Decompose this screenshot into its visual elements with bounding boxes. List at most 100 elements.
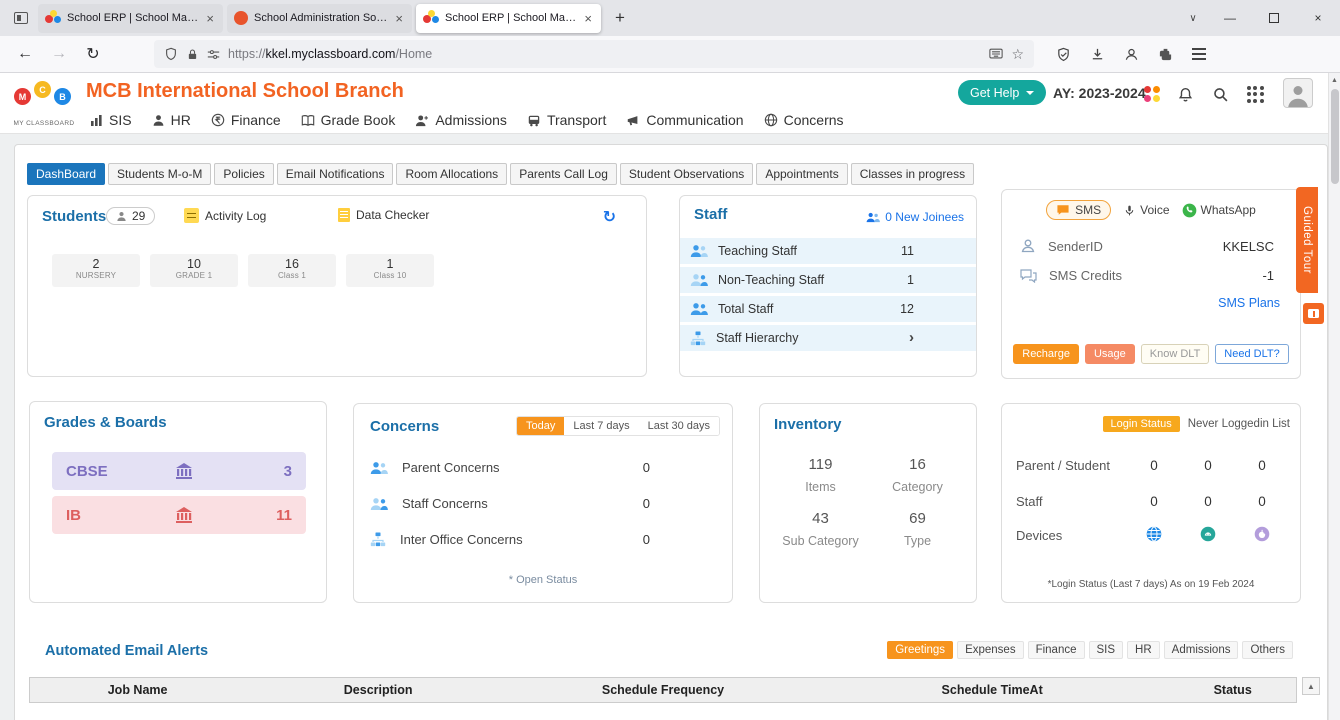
menu-icon[interactable]: [1184, 40, 1214, 68]
get-help-button[interactable]: Get Help: [958, 80, 1047, 105]
new-tab-button[interactable]: +: [607, 5, 633, 31]
browser-tab-3-active[interactable]: School ERP | School Manageme ×: [416, 3, 601, 33]
tab-email-notifications[interactable]: Email Notifications: [276, 163, 394, 185]
account-icon[interactable]: [1116, 40, 1146, 68]
downloads-icon[interactable]: [1082, 40, 1112, 68]
concern-row-staff[interactable]: Staff Concerns 0: [370, 496, 650, 511]
filter-hr[interactable]: HR: [1127, 641, 1160, 659]
tab-close-icon[interactable]: ×: [393, 11, 405, 26]
tab-dashboard[interactable]: DashBoard: [27, 163, 106, 185]
activity-log-button[interactable]: Activity Log: [184, 208, 266, 223]
scrollbar-thumb[interactable]: [1331, 89, 1339, 184]
inventory-sub-category[interactable]: 43 Sub Category: [772, 510, 869, 548]
mcb-logo[interactable]: M C B MY CLASSBOARD: [12, 77, 76, 129]
greetings-icon[interactable]: [1140, 82, 1164, 106]
menu-item-hr[interactable]: HR: [152, 112, 191, 128]
inventory-type[interactable]: 69 Type: [869, 510, 966, 548]
filter-last-30-days[interactable]: Last 30 days: [638, 417, 719, 435]
staff-row-hierarchy[interactable]: Staff Hierarchy ›: [680, 325, 976, 351]
menu-item-grade-book[interactable]: Grade Book: [301, 112, 395, 128]
back-button[interactable]: ←: [10, 40, 40, 68]
close-window-button[interactable]: ×: [1296, 0, 1340, 36]
tab-students-mom[interactable]: Students M-o-M: [108, 163, 212, 185]
recharge-button[interactable]: Recharge: [1013, 344, 1079, 364]
usage-button[interactable]: Usage: [1084, 344, 1135, 364]
students-count-badge[interactable]: 29: [106, 207, 156, 225]
staff-row-teaching[interactable]: Teaching Staff 11: [680, 238, 976, 264]
guided-tour-button[interactable]: Guided Tour: [1296, 187, 1318, 293]
filter-others[interactable]: Others: [1242, 641, 1293, 659]
shield-icon[interactable]: [164, 47, 178, 61]
page-scrollbar[interactable]: ▲: [1328, 73, 1340, 720]
filter-today[interactable]: Today: [517, 417, 565, 435]
menu-item-transport[interactable]: Transport: [527, 112, 606, 128]
sms-plans-link[interactable]: SMS Plans: [1218, 296, 1280, 310]
scrollbar-up-arrow[interactable]: ▲: [1329, 73, 1340, 87]
url-bar[interactable]: https://kkel.myclassboard.com/Home ☆: [154, 40, 1034, 68]
concern-row-parent[interactable]: Parent Concerns 0: [370, 460, 650, 475]
inventory-items[interactable]: 119 Items: [772, 456, 869, 494]
tab-close-icon[interactable]: ×: [582, 11, 594, 26]
tab-appointments[interactable]: Appointments: [756, 163, 848, 185]
filter-last-7-days[interactable]: Last 7 days: [564, 417, 639, 435]
privacy-shield-icon[interactable]: [1048, 40, 1078, 68]
list-all-tabs-button[interactable]: ∨: [1178, 13, 1208, 24]
tab-classes-in-progress[interactable]: Classes in progress: [850, 163, 975, 185]
menu-item-sis[interactable]: SIS: [90, 112, 132, 128]
know-dlt-button[interactable]: Know DLT: [1140, 344, 1210, 364]
apps-grid-icon[interactable]: [1243, 82, 1267, 106]
need-dlt-button[interactable]: Need DLT?: [1215, 344, 1289, 364]
bookmark-star-icon[interactable]: ☆: [1011, 46, 1024, 63]
tab-policies[interactable]: Policies: [214, 163, 274, 185]
lock-icon[interactable]: [186, 48, 199, 61]
board-row-cbse[interactable]: CBSE 3: [52, 452, 306, 490]
voice-tab[interactable]: Voice: [1123, 203, 1170, 217]
data-checker-button[interactable]: Data Checker: [338, 208, 429, 222]
tab-parents-call-log[interactable]: Parents Call Log: [510, 163, 617, 185]
filter-expenses[interactable]: Expenses: [957, 641, 1024, 659]
new-joinees-link[interactable]: 0 New Joinees: [866, 210, 964, 224]
stat-grade1[interactable]: 10 GRADE 1: [150, 254, 238, 287]
never-loggedin-tab[interactable]: Never Loggedin List: [1188, 418, 1290, 430]
inventory-category[interactable]: 16 Category: [869, 456, 966, 494]
filter-sis[interactable]: SIS: [1088, 641, 1124, 659]
tab-room-allocations[interactable]: Room Allocations: [396, 163, 508, 185]
stat-nursery[interactable]: 2 NURSERY: [52, 254, 140, 287]
filter-finance[interactable]: Finance: [1027, 641, 1085, 659]
forward-button[interactable]: →: [44, 40, 74, 68]
whatsapp-tab[interactable]: WhatsApp: [1182, 203, 1256, 218]
tab-student-observations[interactable]: Student Observations: [619, 163, 754, 185]
stat-class1[interactable]: 16 Class 1: [248, 254, 336, 287]
menu-item-finance[interactable]: Finance: [211, 112, 281, 128]
grades-title: Grades & Boards: [44, 414, 167, 431]
menu-item-communication[interactable]: Communication: [626, 112, 744, 128]
concern-row-inter-office[interactable]: Inter Office Concerns 0: [370, 532, 650, 547]
firefox-view-button[interactable]: [6, 4, 36, 32]
filter-greetings[interactable]: Greetings: [887, 641, 954, 659]
browser-tab-2[interactable]: School Administration Software ×: [227, 3, 412, 33]
reload-button[interactable]: ↻: [78, 40, 108, 68]
page-action-icon[interactable]: [989, 48, 1004, 60]
refresh-icon[interactable]: ↻: [603, 207, 616, 227]
profile-avatar[interactable]: [1283, 78, 1313, 108]
board-row-ib[interactable]: IB 11: [52, 496, 306, 534]
maximize-button[interactable]: [1252, 0, 1296, 36]
staff-row-total[interactable]: Total Staff 12: [680, 296, 976, 322]
menu-item-concerns[interactable]: Concerns: [764, 112, 844, 128]
login-status-tab[interactable]: Login Status: [1102, 416, 1180, 432]
permissions-icon[interactable]: [207, 48, 220, 61]
menu-item-admissions[interactable]: Admissions: [415, 112, 507, 128]
filter-admissions[interactable]: Admissions: [1163, 641, 1239, 659]
sms-tab[interactable]: SMS: [1046, 200, 1112, 220]
feedback-button[interactable]: [1303, 303, 1324, 324]
inter-office-concerns-icon: [370, 532, 386, 547]
minimize-button[interactable]: —: [1208, 0, 1252, 36]
search-icon[interactable]: [1208, 82, 1232, 106]
table-scroll-up-button[interactable]: ▲: [1302, 677, 1320, 695]
tab-close-icon[interactable]: ×: [204, 11, 216, 26]
browser-tab-1[interactable]: School ERP | School Manageme ×: [38, 3, 223, 33]
staff-row-non-teaching[interactable]: Non-Teaching Staff 1: [680, 267, 976, 293]
stat-class10[interactable]: 1 Class 10: [346, 254, 434, 287]
notifications-bell-icon[interactable]: [1173, 82, 1197, 106]
extensions-icon[interactable]: [1150, 40, 1180, 68]
